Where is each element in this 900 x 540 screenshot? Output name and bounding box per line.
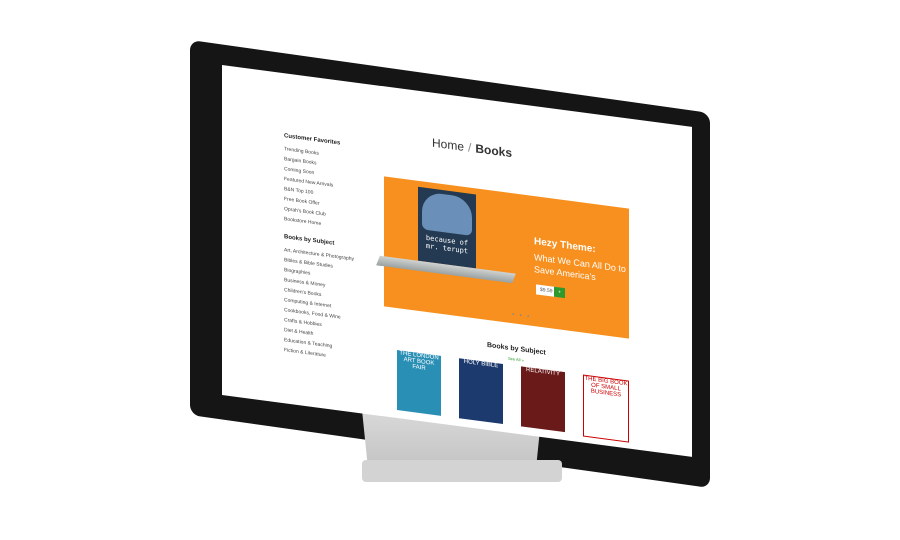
hero-subheadline: What We Can All Do to Save America's <box>534 252 626 283</box>
book-cover-title: because of mr. terupt <box>425 233 469 256</box>
screen-content: Home / Books Customer Favorites Trending B… <box>222 65 692 457</box>
sidebar-favorites: Customer Favorites Trending Books Bargai… <box>284 133 384 237</box>
cover-title: THE LONDON ART BOOK FAIR <box>399 350 439 372</box>
breadcrumb: Home / Books <box>432 136 512 161</box>
cover-title: HOLY BIBLE <box>463 358 499 370</box>
cover-title: THE BIG BOOK OF SMALL BUSINESS <box>584 375 628 399</box>
cover-holy-bible[interactable]: HOLY BIBLE <box>459 358 503 424</box>
sidebar: Customer Favorites Trending Books Bargai… <box>284 133 384 378</box>
stage: Home / Books Customer Favorites Trending B… <box>0 0 900 540</box>
monitor-stand-base <box>362 460 562 482</box>
monitor-screen: Home / Books Customer Favorites Trending B… <box>222 65 692 457</box>
subject-section-title: Books by Subject <box>487 341 546 357</box>
carousel-dots[interactable]: ● ● ● <box>512 311 531 319</box>
cover-london-art[interactable]: THE LONDON ART BOOK FAIR <box>397 350 441 416</box>
cover-title: RELATIVITY <box>526 367 560 378</box>
hero-book-cover[interactable]: because of mr. terupt <box>418 186 476 269</box>
breadcrumb-separator: / <box>468 140 472 155</box>
book-cover-image <box>422 191 472 236</box>
see-all-link[interactable]: See All » <box>508 356 524 363</box>
hero-banner[interactable]: because of mr. terupt Hezy Theme: What W… <box>376 176 629 339</box>
cover-relativity[interactable]: RELATIVITY <box>521 366 565 433</box>
breadcrumb-home[interactable]: Home <box>432 136 464 154</box>
cover-big-book[interactable]: THE BIG BOOK OF SMALL BUSINESS <box>583 374 629 443</box>
breadcrumb-current: Books <box>475 141 513 161</box>
add-to-cart-button[interactable]: + <box>554 286 565 299</box>
sidebar-subjects: Books by Subject Art, Architecture & Pho… <box>284 234 384 368</box>
